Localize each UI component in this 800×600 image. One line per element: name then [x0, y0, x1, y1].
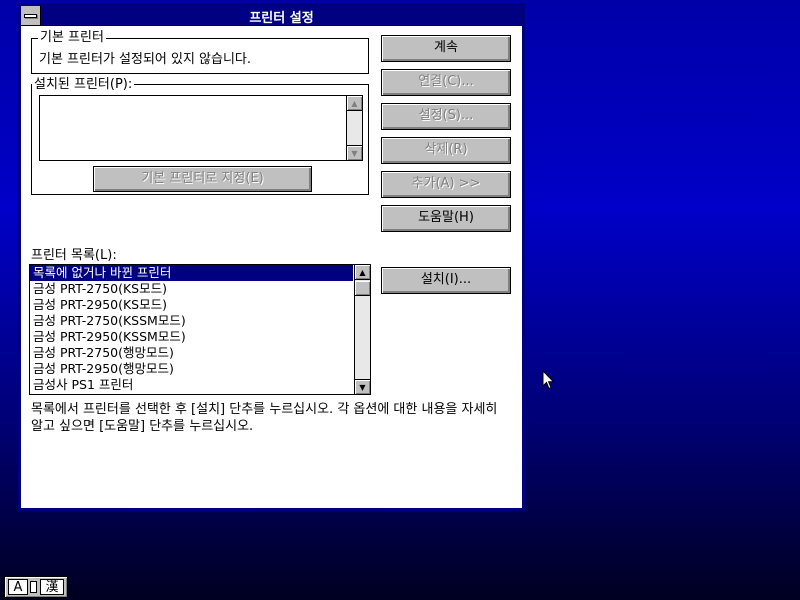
- printer-list[interactable]: 목록에 없거나 바뀐 프린터 금성 PRT-2750(KS모드) 금성 PRT-…: [29, 264, 371, 395]
- printer-list-items: 목록에 없거나 바뀐 프린터 금성 PRT-2750(KS모드) 금성 PRT-…: [30, 265, 353, 393]
- title-bar[interactable]: 프린터 설정: [21, 6, 522, 26]
- installed-printers-group: 설치된 프린터(P): ▲ ▼ 기본 프린터로 지정(E): [31, 77, 369, 195]
- default-printer-legend: 기본 프린터: [38, 30, 106, 46]
- list-item[interactable]: 금성사 PS1 프린터: [30, 377, 353, 393]
- ime-hanja-mode[interactable]: 漢: [40, 579, 64, 595]
- default-printer-group: 기본 프린터 기본 프린터가 설정되어 있지 않습니다.: [31, 30, 369, 74]
- installed-list-scrollbar[interactable]: ▲ ▼: [346, 96, 362, 160]
- printer-list-label: 프린터 목록(L):: [31, 248, 117, 263]
- window-title: 프린터 설정: [249, 11, 314, 26]
- installed-printers-label: 설치된 프린터(P):: [32, 77, 135, 93]
- scroll-up-arrow-icon[interactable]: ▲: [347, 96, 362, 111]
- help-button[interactable]: 도움말(H): [381, 205, 511, 232]
- printer-list-scrollbar[interactable]: ▲ ▼: [354, 265, 370, 394]
- remove-button[interactable]: 삭제(R): [381, 137, 511, 164]
- list-item[interactable]: 금성 PRT-2950(KS모드): [30, 297, 353, 313]
- list-item[interactable]: 금성 PRT-2750(KS모드): [30, 281, 353, 297]
- list-item[interactable]: 금성 PRT-2750(KSSM모드): [30, 313, 353, 329]
- ime-english-mode[interactable]: A: [8, 579, 28, 595]
- list-item[interactable]: 금성 PRT-2950(KSSM모드): [30, 329, 353, 345]
- install-button[interactable]: 설치(I)...: [381, 267, 511, 294]
- add-button[interactable]: 추가(A) >>: [381, 171, 511, 198]
- setup-button[interactable]: 설정(S)...: [381, 103, 511, 130]
- set-default-printer-button[interactable]: 기본 프린터로 지정(E): [93, 166, 312, 192]
- scroll-down-arrow-icon[interactable]: ▼: [347, 145, 362, 160]
- scroll-up-arrow-icon[interactable]: ▲: [355, 265, 370, 280]
- list-item[interactable]: 목록에 없거나 바뀐 프린터: [30, 265, 353, 281]
- scroll-down-arrow-icon[interactable]: ▼: [355, 379, 370, 394]
- installed-printers-list[interactable]: ▲ ▼: [39, 95, 363, 161]
- list-item[interactable]: 금성 PRT-2950(행망모드): [30, 361, 353, 377]
- ime-indicator[interactable]: A 漢: [4, 576, 68, 598]
- default-printer-status: 기본 프린터가 설정되어 있지 않습니다.: [39, 52, 252, 67]
- scroll-thumb[interactable]: [355, 281, 370, 296]
- printer-setup-window: 프린터 설정 기본 프린터 기본 프린터가 설정되어 있지 않습니다. 설치된 …: [18, 3, 525, 511]
- connect-button[interactable]: 연결(C)...: [381, 69, 511, 96]
- list-item[interactable]: 금성 PRT-2750(행망모드): [30, 345, 353, 361]
- system-menu-icon[interactable]: [21, 6, 41, 25]
- mouse-pointer-icon: [542, 370, 555, 390]
- ime-divider-icon: [30, 581, 37, 593]
- help-text: 목록에서 프린터를 선택한 후 [설치] 단추를 누르십시오. 각 옵션에 대한…: [31, 402, 498, 434]
- continue-button[interactable]: 계속: [381, 35, 511, 62]
